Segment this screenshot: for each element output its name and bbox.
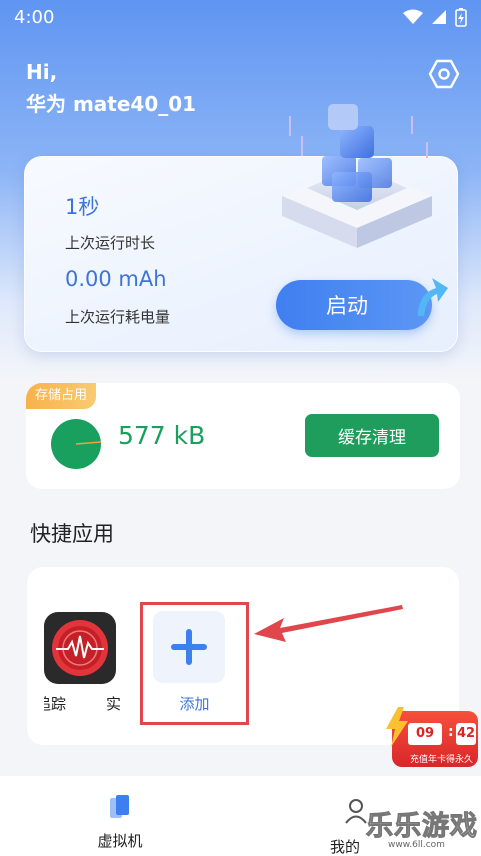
nav-item-virtual-machine[interactable]: 虚拟机 [80,794,160,851]
add-app-button[interactable] [153,611,225,683]
promo-badge[interactable]: 09 : 42 充值年卡得永久 [384,707,478,767]
promo-hours: 09 [408,723,442,745]
annotation-arrow-icon [254,605,403,642]
battery-charging-icon [455,8,467,27]
promo-colon: : [448,724,454,740]
promo-text: 充值年卡得永久 [410,755,474,765]
hexagon-settings-icon[interactable] [428,58,460,90]
status-bar: 4:00 [0,0,481,34]
header-greeting: Hi, 华为 mate40_01 [26,56,196,120]
storage-size: 577 kB [118,421,206,450]
cube-illustration [282,104,432,248]
signal-icon [432,10,446,24]
last-run-power-value: 0.00 mAh [65,267,167,291]
status-time: 4:00 [14,6,55,28]
last-run-power-label: 上次运行耗电量 [65,308,171,326]
watermark-url: www.6ll.com [388,840,445,850]
red-tracker-app-icon[interactable] [44,612,116,684]
quick-apps-title: 快捷应用 [30,522,114,546]
arrow-up-right-icon [418,278,448,316]
greeting-text: Hi, [26,60,58,84]
wifi-icon [403,9,423,24]
watermark: 乐乐游戏 www.6ll.com [354,800,481,856]
promo-minutes: 42 [456,723,476,745]
storage-pie-icon [51,419,102,469]
add-app-label: 添加 [179,695,210,713]
storage-tag: 存储占用 [26,383,97,409]
device-name: 华为 mate40_01 [26,92,197,116]
status-icons [403,7,467,27]
storage-card: 存储占用 577 kB 缓存清理 [26,383,460,489]
start-button[interactable]: 启动 [276,280,432,330]
clear-cache-button[interactable]: 缓存清理 [305,414,439,457]
watermark-text: 乐乐游戏 [366,811,478,843]
last-run-duration-value: 1秒 [65,195,100,219]
lightning-icon [386,707,408,747]
app-label-tail: 实 [106,695,122,713]
plus-icon [171,629,207,665]
nav-label-vm: 虚拟机 [97,832,143,850]
last-run-duration-label: 上次运行时长 [65,234,156,252]
phone-icon [110,795,129,818]
